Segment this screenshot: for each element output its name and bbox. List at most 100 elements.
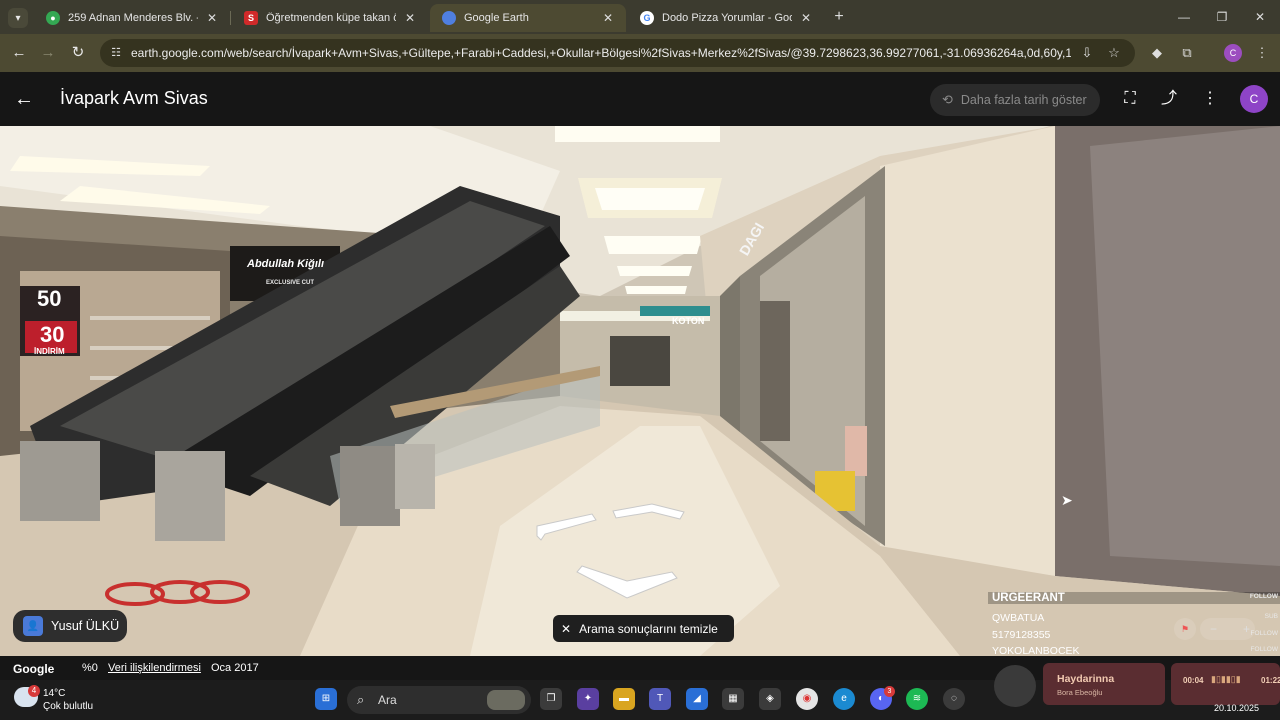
copilot-icon[interactable]: ✦	[577, 688, 599, 710]
back-button[interactable]: ←	[12, 87, 36, 111]
close-icon[interactable]: ✕	[798, 11, 814, 25]
share-button[interactable]: ⤴	[1157, 87, 1181, 111]
visual-studio-icon[interactable]: ◢	[686, 688, 708, 710]
tab-title: Dodo Pizza Yorumlar - Google '	[662, 12, 792, 24]
now-playing-card: Haydarinna Bora Ebeoğlu	[1043, 663, 1165, 705]
sale-sign-bottom: 30	[40, 322, 65, 347]
edge-icon[interactable]: e	[833, 688, 855, 710]
forward-button[interactable]: →	[37, 42, 59, 64]
close-icon: ✕	[561, 621, 572, 636]
s-letter-icon: S	[244, 11, 258, 25]
alert-tag: SUB	[1264, 613, 1278, 620]
earth-header: ← İvapark Avm Sivas ⟲ Daha fazla tarih g…	[0, 72, 1280, 126]
taskbar-search[interactable]: ⌕ Ara	[347, 686, 531, 714]
capture-frame-icon: ⛶	[1124, 90, 1136, 107]
new-tab-button[interactable]: +	[830, 8, 848, 26]
alert-user: 5179128355	[992, 629, 1051, 641]
restore-icon: ❐	[1216, 10, 1228, 24]
profile-avatar[interactable]: C	[1224, 44, 1242, 62]
earth-globe-icon	[442, 11, 456, 25]
arrow-right-icon: →	[40, 44, 56, 61]
menu-kebab-icon: ⋮	[1202, 90, 1218, 107]
alert-tag: FOLLOW	[1250, 646, 1278, 653]
tab-title: 259 Adnan Menderes Blv. - Goo	[68, 12, 198, 24]
street-view-panorama[interactable]: 50 30 İNDİRİM Abdullah Kiğılı EXCLUSIVE …	[0, 126, 1280, 656]
more-history-label: Daha fazla tarih göster	[960, 93, 1087, 107]
close-icon: ✕	[1254, 10, 1266, 24]
capture-button[interactable]: ⛶	[1118, 87, 1142, 111]
contributor-chip[interactable]: 👤 Yusuf ÜLKÜ	[13, 610, 127, 642]
tab-divider	[230, 11, 231, 25]
bookmark-star-icon[interactable]: ☆	[1106, 45, 1122, 61]
address-bar[interactable]: ☷ earth.google.com/web/search/İvapark+Av…	[100, 39, 1135, 67]
install-app-icon[interactable]: ⇩	[1079, 45, 1095, 61]
tab-maps[interactable]: ● 259 Adnan Menderes Blv. - Goo ✕	[34, 4, 230, 32]
close-icon[interactable]: ✕	[204, 11, 220, 25]
flag-icon: ⚑	[1174, 618, 1196, 640]
history-icon: ⟲	[942, 92, 953, 107]
waveform-icon: ▮▯▮▮▯▮	[1211, 674, 1241, 684]
more-history-button[interactable]: ⟲ Daha fazla tarih göster	[930, 84, 1100, 116]
stream-alert-overlay: URGEERANT FOLLOW QWBATUA SUB 5179128355 …	[988, 588, 1280, 658]
reload-button[interactable]: ↻	[67, 42, 89, 64]
search-highlight-image	[487, 690, 525, 710]
clear-search-label: Arama sonuçlarını temizle	[579, 621, 718, 636]
file-explorer-icon[interactable]: ▬	[613, 688, 635, 710]
spotify-icon[interactable]: ≋	[906, 688, 928, 710]
elapsed-time: 00:04	[1183, 676, 1204, 685]
sale-sign-top: 50	[37, 286, 62, 311]
close-window-button[interactable]: ✕	[1242, 6, 1278, 28]
tab-google-earth[interactable]: Google Earth ✕	[430, 4, 626, 32]
plus-icon[interactable]: +	[1243, 618, 1250, 640]
alert-tag: FOLLOW	[1249, 593, 1278, 600]
url-text[interactable]: earth.google.com/web/search/İvapark+Avm+…	[131, 46, 1071, 61]
weather-badge: 4	[28, 685, 40, 697]
store-icon[interactable]: ▦	[722, 688, 744, 710]
unity-icon[interactable]: ◈	[759, 688, 781, 710]
browser-toolbar: ← → ↻ ☷ earth.google.com/web/search/İvap…	[0, 34, 1280, 72]
minimize-button[interactable]: —	[1166, 6, 1202, 28]
plus-icon: +	[834, 8, 844, 25]
mouse-cursor-icon: ➤	[1061, 492, 1073, 508]
share-icon: ⤴	[1160, 90, 1177, 107]
menu-kebab-icon[interactable]: ⋮	[1253, 44, 1271, 62]
clear-search-button[interactable]: ✕ Arama sonuçlarını temizle	[553, 615, 734, 642]
search-placeholder: Ara	[378, 693, 397, 707]
back-button[interactable]: ←	[8, 42, 30, 64]
google-g-icon: G	[640, 11, 654, 25]
obs-icon[interactable]: ◌	[943, 688, 965, 710]
extensions-puzzle-icon[interactable]: ⧉	[1178, 44, 1196, 62]
restore-button[interactable]: ❐	[1204, 6, 1240, 28]
task-view-icon[interactable]: ❐	[540, 688, 562, 710]
google-logo: Google	[13, 662, 55, 676]
account-avatar[interactable]: C	[1240, 85, 1268, 113]
tab-news[interactable]: S Öğretmenden küpe takan öğre ✕	[232, 4, 428, 32]
page-title: İvapark Avm Sivas	[60, 88, 208, 108]
site-info-icon[interactable]: ☷	[108, 45, 124, 61]
album-art	[994, 665, 1036, 707]
store-sign-sub: EXCLUSIVE CUT	[266, 280, 315, 286]
extension-diamond-icon[interactable]: ◆	[1148, 44, 1166, 62]
minus-icon[interactable]: −	[1210, 618, 1217, 640]
tab-search-button[interactable]: ▾	[8, 8, 28, 28]
close-icon[interactable]: ✕	[600, 11, 616, 25]
tab-dodo-pizza[interactable]: G Dodo Pizza Yorumlar - Google ' ✕	[628, 4, 824, 32]
teams-icon[interactable]: T	[649, 688, 671, 710]
reload-icon: ↻	[71, 44, 85, 61]
chrome-icon[interactable]: ◉	[796, 688, 818, 710]
weather-condition: Çok bulutlu	[43, 701, 94, 712]
close-icon[interactable]: ✕	[402, 11, 418, 25]
tab-title: Google Earth	[464, 12, 529, 24]
track-duration: 01:22	[1261, 676, 1280, 685]
search-icon: ⌕	[357, 692, 365, 707]
store-sign-script: Abdullah Kiğılı	[247, 258, 324, 270]
zoom-control[interactable]: − +	[1200, 618, 1255, 640]
playback-bar[interactable]: 00:04 ▮▯▮▮▯▮ 01:22	[1171, 663, 1280, 705]
start-windows-icon[interactable]: ⊞	[315, 688, 337, 710]
more-options-button[interactable]: ⋮	[1198, 87, 1222, 111]
chevron-down-icon: ▾	[15, 12, 21, 24]
tab-strip: ▾ ● 259 Adnan Menderes Blv. - Goo ✕ S Öğ…	[0, 0, 1280, 34]
data-attribution-link[interactable]: Veri ilişkilendirmesi	[108, 662, 201, 674]
list-item: URGEERANT FOLLOW	[988, 592, 1280, 604]
arrow-left-icon: ←	[14, 88, 34, 110]
